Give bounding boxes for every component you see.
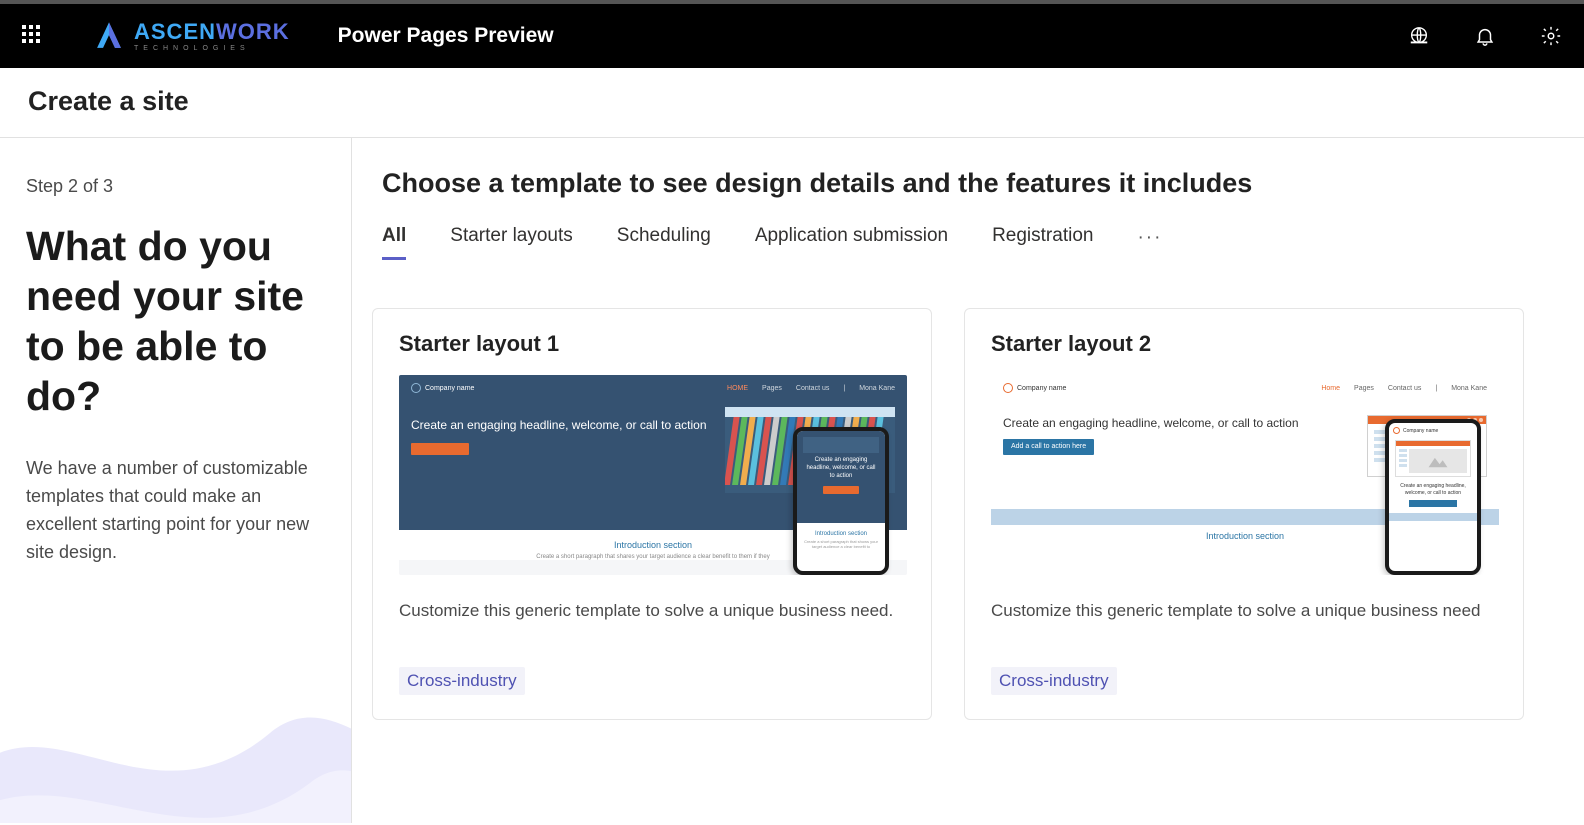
preview-mobile-mockup: Company name Create an engaging headline…: [1385, 419, 1481, 575]
template-card-title: Starter layout 2: [991, 331, 1497, 357]
brand-name-part1: ASCEN: [134, 19, 216, 44]
brand-logo[interactable]: ASCENWORK TECHNOLOGIES: [92, 19, 290, 53]
tab-all[interactable]: All: [382, 225, 406, 260]
tab-application-submission[interactable]: Application submission: [755, 225, 948, 260]
app-launcher-icon[interactable]: [22, 25, 44, 47]
template-card-starter-layout-1[interactable]: Starter layout 1 Company name HOME Pages…: [372, 308, 932, 720]
preview-cta-button: Add a call to action here: [1003, 439, 1094, 454]
preview-company: Company name: [1003, 383, 1066, 393]
decorative-wave: [0, 633, 352, 823]
wizard-sidebar: Step 2 of 3 What do you need your site t…: [0, 138, 352, 823]
globe-icon[interactable]: [1408, 25, 1430, 47]
template-card-description: Customize this generic template to solve…: [991, 601, 1497, 621]
gear-icon[interactable]: [1540, 25, 1562, 47]
sidebar-description: We have a number of customizable templat…: [26, 455, 325, 567]
template-card-title: Starter layout 1: [399, 331, 905, 357]
tab-registration[interactable]: Registration: [992, 225, 1093, 260]
preview-company: Company name: [411, 383, 474, 393]
tab-scheduling[interactable]: Scheduling: [617, 225, 711, 260]
step-label: Step 2 of 3: [26, 176, 325, 197]
template-preview: Company name HOME Pages Contact us | Mon…: [399, 375, 907, 575]
logo-text: ASCENWORK TECHNOLOGIES: [134, 21, 290, 52]
app-title: Power Pages Preview: [338, 24, 554, 48]
template-card-description: Customize this generic template to solve…: [399, 601, 905, 621]
bell-icon[interactable]: [1474, 25, 1496, 47]
preview-nav-item: Pages: [1354, 385, 1374, 392]
tab-more-icon[interactable]: ···: [1137, 227, 1162, 259]
page-title: Create a site: [28, 86, 1556, 117]
preview-user: Mona Kane: [1451, 385, 1487, 392]
preview-nav-item: HOME: [727, 385, 748, 392]
logo-mark-icon: [92, 19, 126, 53]
preview-headline: Create an engaging headline, welcome, or…: [411, 417, 715, 433]
preview-nav-item: Contact us: [796, 385, 829, 392]
template-cards: Starter layout 1 Company name HOME Pages…: [370, 308, 1574, 720]
preview-nav-item: Contact us: [1388, 385, 1421, 392]
preview-nav-item: Pages: [762, 385, 782, 392]
template-category-tabs: All Starter layouts Scheduling Applicati…: [370, 225, 1574, 260]
template-tag: Cross-industry: [399, 667, 525, 695]
preview-headline: Create an engaging headline, welcome, or…: [1003, 415, 1357, 431]
brand-subtitle: TECHNOLOGIES: [134, 45, 290, 52]
page-title-bar: Create a site: [0, 68, 1584, 138]
tab-starter-layouts[interactable]: Starter layouts: [450, 225, 573, 260]
preview-mobile-mockup: Create an engaging headline, welcome, or…: [793, 427, 889, 575]
brand-name-part2: WORK: [216, 19, 290, 44]
main-heading: Choose a template to see design details …: [370, 168, 1574, 199]
template-tag: Cross-industry: [991, 667, 1117, 695]
preview-cta-button: [411, 443, 469, 455]
main-content: Choose a template to see design details …: [352, 138, 1584, 823]
sidebar-heading: What do you need your site to be able to…: [26, 221, 325, 421]
top-bar: ASCENWORK TECHNOLOGIES Power Pages Previ…: [0, 0, 1584, 68]
preview-user: Mona Kane: [859, 385, 895, 392]
preview-nav-item: Home: [1321, 385, 1340, 392]
template-preview: Company name Home Pages Contact us | Mon…: [991, 375, 1499, 575]
template-card-starter-layout-2[interactable]: Starter layout 2 Company name Home Pages…: [964, 308, 1524, 720]
